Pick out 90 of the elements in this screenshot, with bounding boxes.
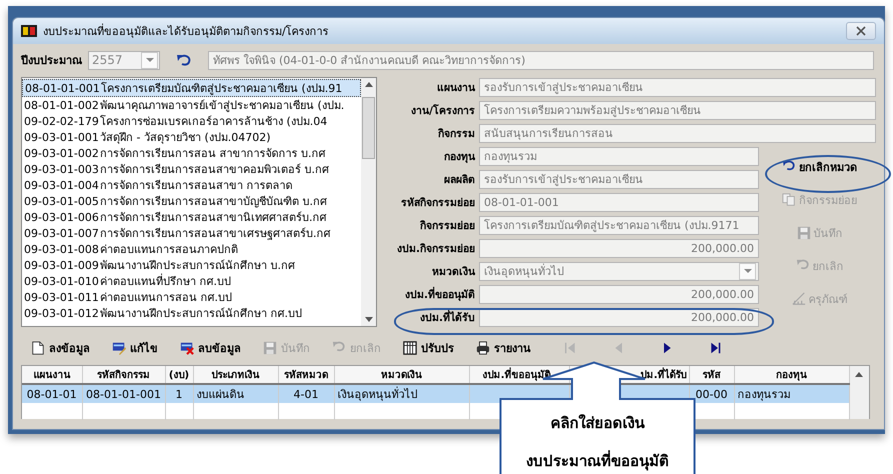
field-label: งปม.ที่ได้รับ — [419, 309, 475, 326]
list-item[interactable]: 09-03-01-005 การจัดการเรียนการสอนสาขาบัญชีบัณฑิต บ.กศ — [22, 193, 361, 209]
ruler-icon — [792, 292, 806, 306]
first-record-icon — [565, 341, 577, 355]
table-cell: เงินอุดหนุนทั่วไป — [338, 388, 418, 401]
grid-icon — [403, 341, 417, 355]
list-item[interactable]: 09-03-01-006การจัดการเรียนการสอนสาขานิเทศศาสตร์บ.กศ — [22, 209, 361, 225]
previous-record-icon — [613, 341, 625, 355]
column-header[interactable]: รหัสหมวด — [278, 366, 334, 384]
save-icon — [796, 226, 810, 240]
list-item[interactable]: 09-03-01-001 วัสดุฝึก - วัสดุรายวิชา (งปม.04702) — [22, 129, 361, 145]
app-icon — [21, 25, 37, 37]
callout-text: งบประมาณที่ขออนุมัติ — [526, 449, 669, 472]
copy-icon — [782, 192, 796, 206]
scroll-down-icon[interactable] — [364, 317, 372, 322]
table-cell: งบแผ่นดิน — [196, 388, 244, 401]
table-cell: 4-01 — [294, 388, 318, 400]
list-item[interactable]: 09-03-01-011 ค่าตอบแทนการสอน กศ.บป — [22, 289, 361, 305]
toolbar-button[interactable]: รายงาน — [470, 337, 537, 359]
side-button[interactable]: ยกเลิกหมวด — [778, 156, 861, 178]
user-field: ทัศพร ใจพินิจ (04-01-0-0 สำนักงานคณบดี คณะวิทยาการจัดการ) — [208, 50, 874, 70]
table-cell: 08-01-01 — [26, 388, 77, 400]
field-label: กิจกรรม — [437, 126, 475, 142]
column-header[interactable]: แผนงาน — [22, 366, 82, 384]
list-item[interactable]: 09-03-01-010ค่าตอบแทนที่ปรึกษา กศ.บป — [22, 273, 361, 289]
toolbar-button[interactable]: ลบข้อมูล — [174, 337, 247, 359]
field-label: กองทุน — [443, 150, 475, 164]
text-field[interactable]: กองทุนรวม — [479, 146, 759, 166]
close-icon — [856, 26, 866, 36]
category-dropdown[interactable]: เงินอุดหนุนทั่วไป — [479, 262, 759, 280]
text-field[interactable]: รองรับการเข้าสู่ประชาคมอาเซียน — [479, 170, 759, 188]
scroll-thumb[interactable] — [362, 97, 375, 159]
text-field[interactable]: โครงการเตรียมบัณฑิตสู่ประชาคมอาเซียน (งปม.9171 — [479, 216, 759, 234]
toolbar-button[interactable]: ปรับปร — [397, 337, 460, 359]
scroll-up-icon[interactable] — [364, 82, 372, 87]
list-item[interactable]: 09-03-01-002 การจัดการเรียนการสอน สาขาการจัดการ บ.กศ — [22, 145, 361, 161]
window-title: งบประมาณที่ขออนุมัติและได้รับอนุมัติตามกิจกรรม/โครงการ — [43, 22, 330, 40]
field-label: รหัสกิจกรรมย่อย — [400, 196, 475, 210]
field-label: ผลผลิต — [443, 172, 475, 188]
close-button[interactable] — [846, 22, 876, 40]
next-record-icon — [661, 341, 673, 355]
column-header[interactable]: (งบ) — [165, 366, 193, 384]
column-header[interactable]: รหัสกิจกรรม — [82, 366, 165, 384]
text-field[interactable]: โครงการเตรียมความพร้อมสู่ประชาคมอาเซียน — [479, 100, 876, 120]
column-header[interactable]: รหัส — [689, 366, 734, 384]
field-label: หมวดเงิน — [431, 264, 475, 280]
dropdown-arrow-icon — [744, 269, 752, 273]
list-item[interactable]: 09-03-01-009พัฒนางานฝึกประสบการณ์นักศึกษา บ.กศ — [22, 257, 361, 273]
scroll-up-icon[interactable] — [855, 372, 864, 377]
field-label: งาน/โครงการ — [410, 103, 475, 118]
printer-icon — [476, 341, 490, 355]
callout-text: คลิกใส่ยอดเงิน — [550, 413, 644, 434]
amount-field[interactable]: 200,000.00 — [479, 284, 759, 304]
list-item[interactable]: 09-03-01-007 การจัดการเรียนการสอนสาขาเศรษฐศาสตร์บ.กศ — [22, 225, 361, 241]
undo-icon[interactable] — [176, 54, 192, 66]
last-record-icon — [709, 341, 721, 355]
table-cell: 1 — [176, 388, 182, 400]
amount-field[interactable]: 200,000.00 — [479, 238, 759, 258]
field-label: ปีงบประมาณ — [21, 53, 82, 69]
edit-icon — [112, 341, 126, 355]
toolbar-button[interactable]: ลงข้อมูล — [25, 337, 96, 359]
list-item[interactable]: 09-03-01-003 การจัดการเรียนการสอนสาขาคอมพิวเตอร์ บ.กศ — [22, 161, 361, 177]
list-item[interactable]: 09-03-01-008ค่าตอบแทนการสอนภาคปกติ — [22, 241, 361, 257]
column-header[interactable]: ประเภทเงิน — [193, 366, 278, 384]
text-field[interactable]: สนับสนุนการเรียนการสอน — [479, 124, 876, 142]
list-item[interactable]: 09-03-01-012พัฒนางานฝึกประสบการณ์นักศึกษา กศ.บป — [22, 305, 361, 321]
amount-field[interactable]: 200,000.00 — [479, 308, 759, 326]
field-label: กิจกรรมย่อย — [419, 218, 475, 234]
list-item[interactable]: 08-01-01-001โครงการเตรียมบัณฑิตสู่ประชาคมอาเซียน (งปม.91 — [22, 79, 361, 97]
field-label: แผนงาน — [436, 80, 475, 96]
table-cell: กองทุนรวม — [738, 388, 790, 401]
scrollbar[interactable] — [850, 366, 869, 419]
list-item[interactable]: 09-02-02-179โครงการซ่อมเบรคเกอร์อาคารล้านช้าง (งปม.04 — [22, 113, 361, 129]
list-item[interactable]: 09-03-01-004การจัดการเรียนการสอนสาขา การตลาด — [22, 177, 361, 193]
text-field[interactable]: รองรับการเข้าสู่ประชาคมอาเซียน — [479, 78, 876, 96]
text-field[interactable]: 08-01-01-001 — [479, 192, 759, 212]
scrollbar[interactable] — [361, 78, 376, 326]
page-icon — [31, 341, 45, 355]
toolbar-button[interactable]: แก้ไข — [106, 337, 164, 359]
table-cell: 00-00 — [696, 388, 728, 400]
list-item[interactable]: 08-01-01-002พัฒนาคุณภาพอาจารย์เข้าสู่ประชาคมอาเซียน (งปม. — [22, 97, 361, 113]
table-cell: 08-01-01-001 — [86, 388, 161, 400]
field-label: งปม.ที่ขออนุมัติ — [404, 286, 475, 302]
dropdown-arrow-icon — [146, 58, 154, 62]
save-icon — [263, 341, 277, 355]
delete-icon — [180, 341, 194, 355]
column-header[interactable]: งปม.ที่ขออนุมัติ — [469, 366, 569, 384]
field-label: งปม.กิจกรรมย่อย — [396, 242, 475, 256]
column-header[interactable]: กองทุน — [734, 366, 849, 384]
column-header[interactable]: หมวดเงิน — [334, 366, 469, 384]
